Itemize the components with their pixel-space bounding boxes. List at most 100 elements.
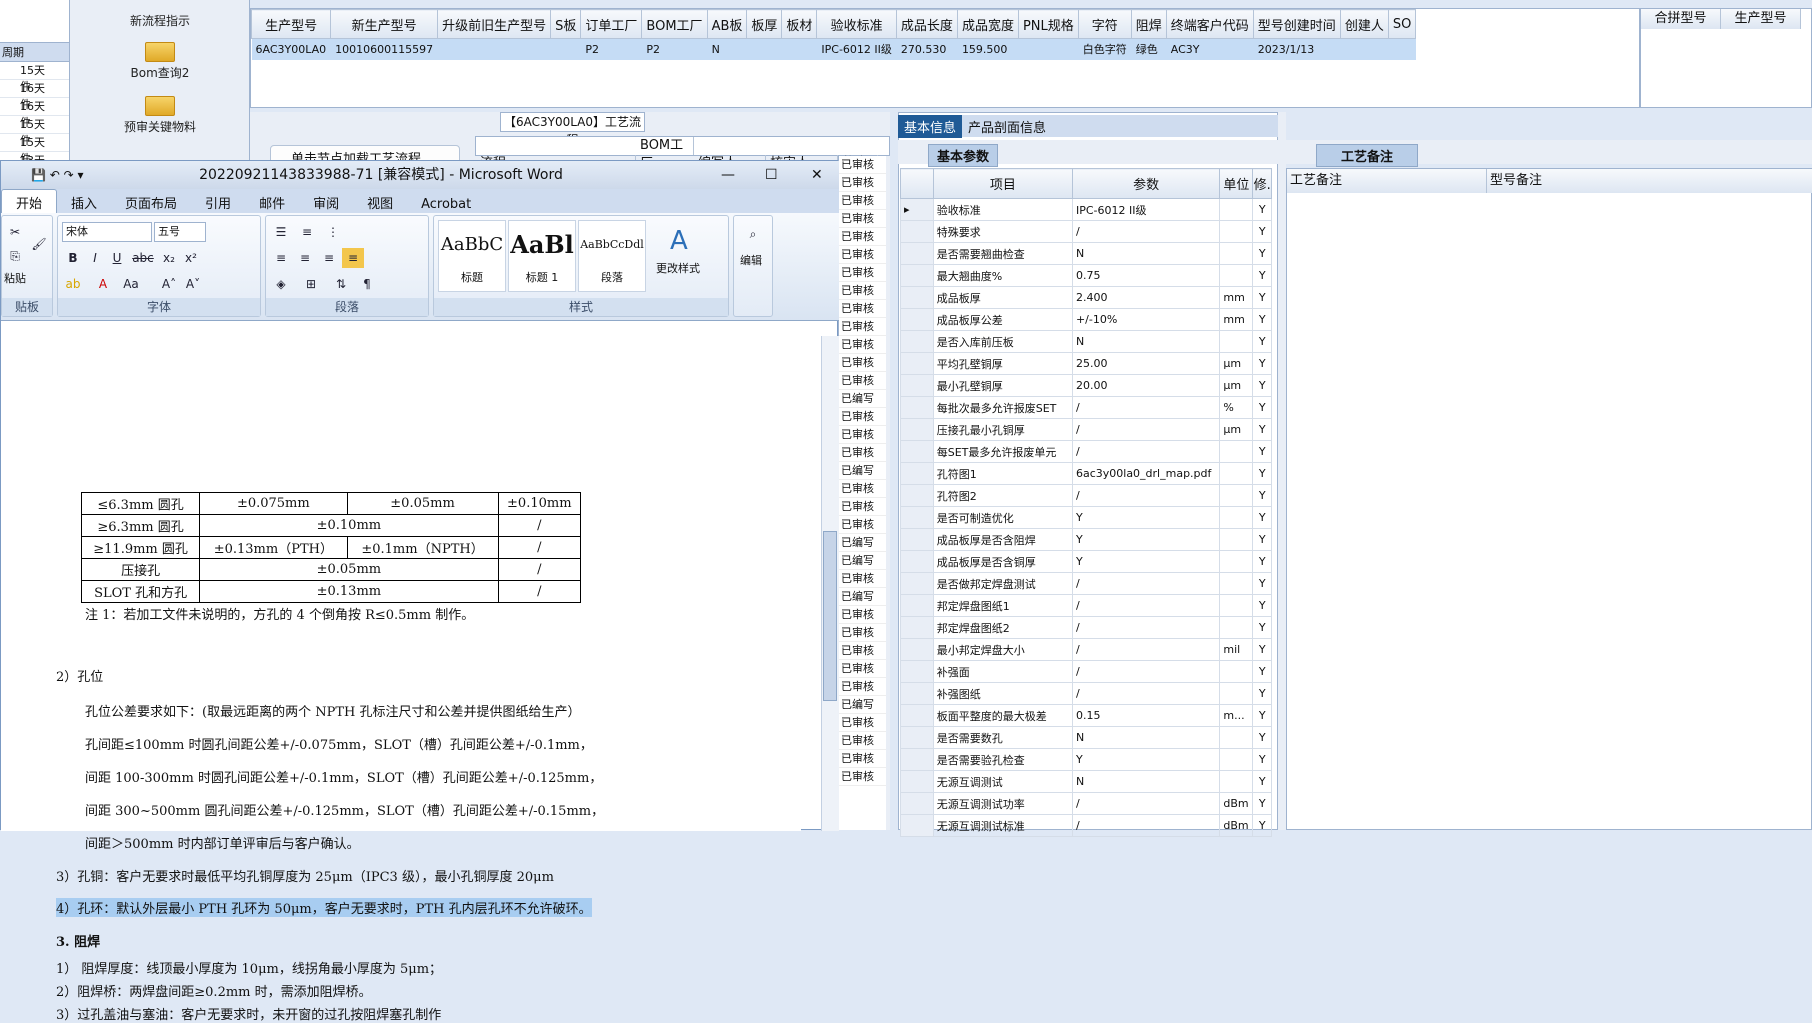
grid-cell[interactable]: 6ac3y00la0_drl_map.pdf xyxy=(1071,462,1221,485)
status-cell[interactable]: 已审核 xyxy=(839,750,886,768)
column-header[interactable]: 参数 xyxy=(1071,168,1221,199)
grid-cell[interactable]: N xyxy=(1071,726,1221,749)
grid-cell[interactable]: / xyxy=(1071,572,1221,595)
font-color-icon[interactable]: A xyxy=(92,274,114,294)
table-row[interactable]: 孔符图1 6ac3y00la0_drl_map.pdf Y xyxy=(900,462,1272,485)
table-row[interactable]: 补强图纸 / Y xyxy=(900,682,1272,705)
tab-references[interactable]: 引用 xyxy=(191,190,245,215)
table-row[interactable]: 最大翘曲度% 0.75 Y xyxy=(900,264,1272,287)
list-item[interactable]: 15天件 xyxy=(0,116,69,147)
font-size-select[interactable]: 五号 xyxy=(154,222,206,242)
column-header[interactable]: 阻焊 xyxy=(1130,9,1167,39)
column-header[interactable]: 终端客户代码 xyxy=(1165,9,1254,39)
status-cell[interactable]: 已审核 xyxy=(839,282,886,300)
grid-cell[interactable]: / xyxy=(1071,220,1221,243)
strikethrough-icon[interactable]: abc xyxy=(132,248,154,268)
status-cell[interactable]: 已审核 xyxy=(839,498,886,516)
column-header[interactable]: 生产型号 xyxy=(1721,9,1801,29)
grid-cell[interactable]: / xyxy=(1071,396,1221,419)
splitter[interactable] xyxy=(1278,112,1286,830)
justify-icon[interactable]: ≡ xyxy=(342,248,364,268)
table-row[interactable]: 是否做邦定焊盘测试 / Y xyxy=(900,572,1272,595)
table-row[interactable]: 是否需要翘曲检查 N Y xyxy=(900,242,1272,265)
grid-cell[interactable]: Y xyxy=(1071,550,1221,573)
bullets-icon[interactable]: ☰ xyxy=(270,222,292,242)
status-cell[interactable]: 已审核 xyxy=(839,624,886,642)
table-row[interactable]: 每SET最多允许报废单元 / Y xyxy=(900,440,1272,463)
grid-cell[interactable]: / xyxy=(1071,616,1221,639)
tab-acrobat[interactable]: Acrobat xyxy=(407,194,485,215)
column-header[interactable]: 合拼型号 xyxy=(1641,9,1721,29)
table-row[interactable]: 板面平整度的最大极差 0.15 m... Y xyxy=(900,704,1272,727)
shading-icon[interactable]: ◈ xyxy=(270,274,292,294)
minimize-icon[interactable]: — xyxy=(721,161,735,189)
column-header[interactable]: 型号备注 xyxy=(1487,169,1812,193)
status-cell[interactable]: 已审核 xyxy=(839,732,886,750)
column-header[interactable]: SO xyxy=(1387,9,1417,39)
grid-cell[interactable]: N xyxy=(1071,242,1221,265)
align-left-icon[interactable]: ≡ xyxy=(270,248,292,268)
cut-icon[interactable]: ✂ xyxy=(4,222,26,242)
table-row[interactable]: 成品板厚公差 +/-10% mm Y xyxy=(900,308,1272,331)
column-header[interactable]: S板 xyxy=(550,9,582,39)
status-cell[interactable]: 已审核 xyxy=(839,372,886,390)
grid-cell[interactable]: / xyxy=(1071,484,1221,507)
status-cell[interactable]: 已审核 xyxy=(839,570,886,588)
table-row[interactable]: 无源互调测试功率 / dBm Y xyxy=(900,792,1272,815)
list-item[interactable]: 16天件 xyxy=(0,80,69,111)
table-row[interactable]: 是否需要验孔检查 Y Y xyxy=(900,748,1272,771)
status-cell[interactable]: 已审核 xyxy=(839,300,886,318)
column-header[interactable]: 项目 xyxy=(932,168,1073,199)
status-cell[interactable]: 已编写 xyxy=(839,390,886,408)
table-row[interactable]: 压接孔最小孔铜厚 / μm Y xyxy=(900,418,1272,441)
tab-review[interactable]: 审阅 xyxy=(299,190,353,215)
document-page[interactable]: ≤6.3mm 圆孔 ±0.075mm ±0.05mm ±0.10mm ≥6.3mm 圆孔… xyxy=(1,321,801,1023)
edit-button[interactable]: 编辑 xyxy=(740,252,762,268)
tab-view[interactable]: 视图 xyxy=(353,190,407,215)
table-row[interactable]: 补强面 / Y xyxy=(900,660,1272,683)
column-header[interactable]: BOM工厂 xyxy=(641,9,708,39)
table-row[interactable]: 成品板厚 2.400 mm Y xyxy=(900,286,1272,309)
status-cell[interactable]: 已编写 xyxy=(839,462,886,480)
grid-cell[interactable]: / xyxy=(1071,594,1221,617)
format-painter-icon[interactable]: 🖌 xyxy=(28,234,50,254)
table-row[interactable]: 是否入库前压板 N Y xyxy=(900,330,1272,353)
shortcut-new-process[interactable]: 新流程指示 xyxy=(70,12,250,29)
status-cell[interactable]: 已审核 xyxy=(839,408,886,426)
status-cell[interactable]: 已审核 xyxy=(839,174,886,192)
grid-cell[interactable]: / xyxy=(1071,814,1221,837)
style-paragraph[interactable]: AaBbCcDdl 段落 xyxy=(578,220,646,292)
list-item[interactable]: 15天件 xyxy=(0,62,69,93)
grid-cell[interactable]: N xyxy=(1071,770,1221,793)
column-header[interactable]: 创建人 xyxy=(1339,9,1389,39)
grid-cell[interactable]: 0.75 xyxy=(1071,264,1221,287)
tab-layout[interactable]: 页面布局 xyxy=(111,190,191,215)
status-cell[interactable]: 已审核 xyxy=(839,678,886,696)
column-header[interactable]: 修. xyxy=(1252,168,1272,199)
tab-mailings[interactable]: 邮件 xyxy=(245,190,299,215)
list-item[interactable]: 16天件 xyxy=(0,98,69,129)
paste-button[interactable]: 粘贴 xyxy=(4,270,26,286)
status-cell[interactable]: 已审核 xyxy=(839,228,886,246)
column-header[interactable]: 型号创建时间 xyxy=(1252,9,1341,39)
show-marks-icon[interactable]: ¶ xyxy=(356,274,378,294)
column-header[interactable]: 验收标准 xyxy=(816,9,897,39)
status-cell[interactable]: 已编写 xyxy=(839,696,886,714)
column-header[interactable]: PNL规格 xyxy=(1017,9,1079,39)
grid-cell[interactable]: Y xyxy=(1071,748,1221,771)
change-styles-button[interactable]: 更改样式 xyxy=(656,260,700,276)
italic-icon[interactable]: I xyxy=(84,248,106,268)
highlight-icon[interactable]: ab xyxy=(62,274,84,294)
table-row[interactable]: 无源互调测试 N Y xyxy=(900,770,1272,793)
superscript-icon[interactable]: x² xyxy=(180,248,202,268)
table-row[interactable]: 是否需要数孔 N Y xyxy=(900,726,1272,749)
column-header[interactable]: 单位 xyxy=(1219,168,1254,199)
status-cell[interactable]: 已编写 xyxy=(839,588,886,606)
status-cell[interactable]: 已审核 xyxy=(839,480,886,498)
column-header[interactable]: 生产型号 xyxy=(250,9,332,39)
column-header[interactable]: 工艺备注 xyxy=(1287,169,1487,193)
borders-icon[interactable]: ⊞ xyxy=(300,274,322,294)
column-header[interactable]: 订单工厂 xyxy=(580,9,643,39)
status-cell[interactable]: 已审核 xyxy=(839,156,886,174)
status-cell[interactable]: 已编写 xyxy=(839,534,886,552)
